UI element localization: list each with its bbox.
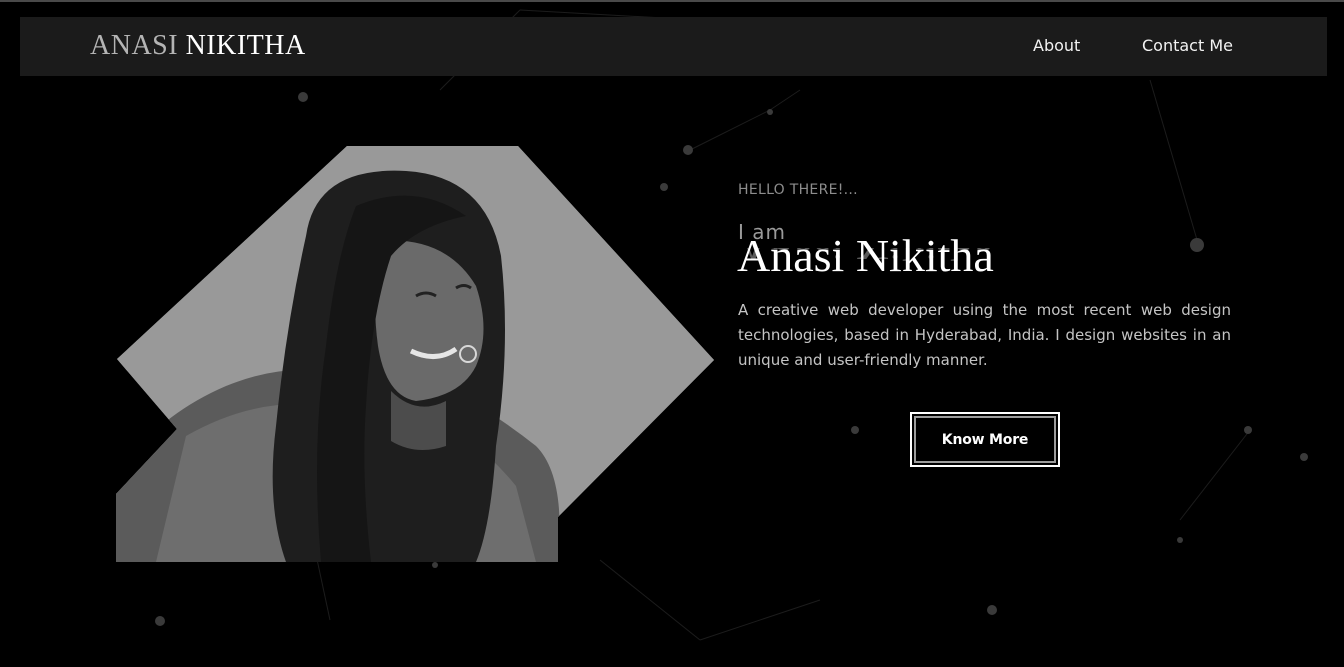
brand-logo[interactable]: ANASI NIKITHA bbox=[90, 30, 306, 62]
hero-name: Anasi Nikitha bbox=[737, 230, 994, 281]
hero-description: A creative web developer using the most … bbox=[738, 301, 1231, 369]
brand-first-name: ANASI bbox=[90, 30, 179, 61]
nav-about-link[interactable]: About bbox=[1033, 36, 1080, 56]
greeting-text: HELLO THERE!... bbox=[738, 182, 858, 198]
navbar: ANASI NIKITHA About Contact Me bbox=[20, 17, 1327, 76]
brand-last-name: NIKITHA bbox=[185, 30, 306, 61]
know-more-label: Know More bbox=[914, 416, 1056, 463]
page: ANASI NIKITHA About Contact Me HELLO THE… bbox=[0, 0, 1344, 667]
know-more-button[interactable]: Know More bbox=[910, 412, 1060, 467]
nav-contact-link[interactable]: Contact Me bbox=[1142, 36, 1233, 56]
